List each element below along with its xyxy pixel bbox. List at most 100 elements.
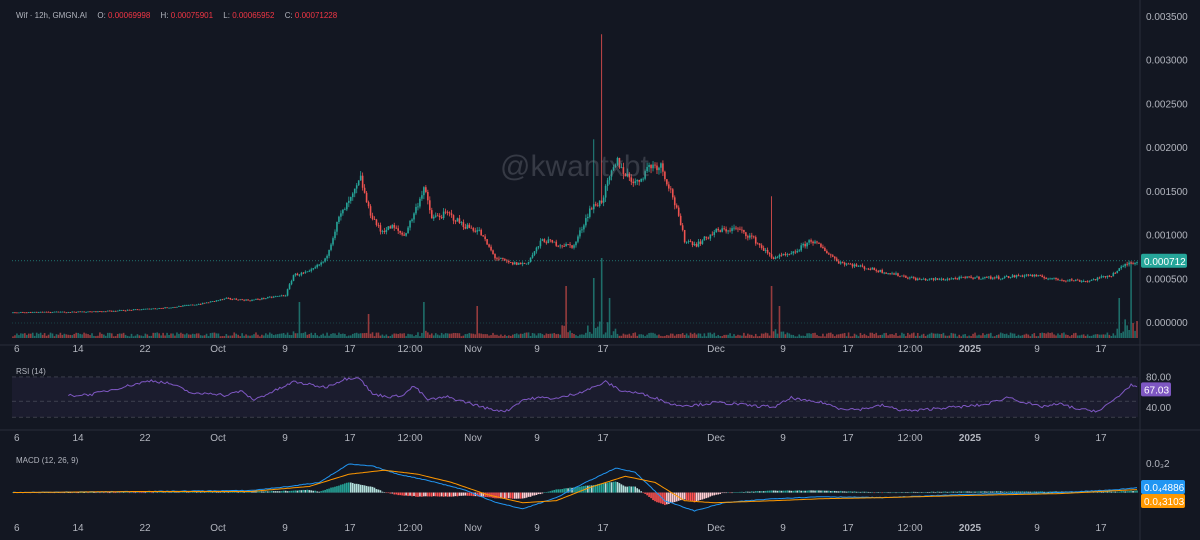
volume-bar [1132,322,1134,338]
volume-bar [911,333,913,338]
macd-histogram-bar [774,490,777,493]
volume-bar [49,332,52,338]
candle-body [577,236,579,242]
candle-body [833,256,836,259]
volume-bar [401,333,403,338]
candle-body [944,279,947,281]
volume-bar [446,333,449,338]
macd-histogram-bar [557,489,560,493]
macd-histogram-bar [75,492,78,494]
volume-bar [833,336,836,338]
volume-bar [484,334,486,338]
volume-bar [820,336,822,338]
close-value: 0.00071228 [294,11,338,20]
volume-bar [195,333,198,338]
macd-histogram-bar [282,490,285,493]
candle-body [701,240,704,244]
candle-body [272,296,275,298]
candle-body [245,299,247,301]
macd-histogram-bar [349,482,352,493]
volume-bar [670,333,672,338]
volume-bar [831,334,834,338]
ohlc-legend: Wif · 12h, GMGN.AI O: 0.00069998 H: 0.00… [16,11,337,20]
macd-histogram-bar [531,492,534,496]
candle-body [747,236,749,238]
candle-body [322,261,324,263]
volume-bar [1094,334,1097,338]
volume-bar [739,335,741,338]
volume-bar [112,336,115,338]
volume-bar [814,332,816,338]
candle-body [41,311,44,313]
volume-bar [778,306,781,338]
volume-bar [934,333,937,338]
macd-histogram-bar [804,490,806,493]
candle-body [666,179,668,185]
volume-bar [243,335,245,338]
volume-bar [75,332,78,338]
macd-histogram-bar [608,482,611,493]
candle-body [600,200,603,203]
volume-bar [506,336,508,338]
volume-bar [255,332,257,338]
volume-bar [245,334,247,338]
volume-bar [432,335,435,338]
candle-body [689,241,692,242]
candle-body [217,300,220,302]
candle-body [219,299,222,301]
candle-body [1110,276,1113,278]
candle-body [1118,268,1121,272]
macd-histogram-bar [389,492,392,494]
volume-bar [990,332,992,338]
candle-body [103,311,105,313]
candle-body [788,254,791,256]
trading-chart[interactable]: 0.0035000.0030000.0025000.0020000.001500… [0,0,1200,540]
macd-histogram-bar [871,491,874,493]
macd-histogram-bar [818,490,820,493]
macd-histogram-bar [561,489,563,493]
macd-histogram-bar [632,486,635,493]
macd-histogram-bar [707,492,710,498]
macd-x-label: 9 [534,523,540,534]
volume-bar [450,333,453,338]
candle-body [1086,281,1089,283]
volume-bar [444,333,447,338]
candle-body [33,311,36,313]
volume-bar [417,332,419,338]
macd-histogram-bar [555,489,558,493]
candle-body [1116,271,1119,274]
candle-body [438,215,441,218]
volume-bar [861,335,864,338]
rsi-x-label: 9 [534,433,540,444]
macd-x-label: 2025 [959,523,982,534]
candle-body [446,212,449,213]
macd-histogram-bar [855,491,858,493]
macd-histogram-bar [849,491,852,493]
volume-bar [403,333,405,338]
rsi-x-label: 12:00 [897,433,922,444]
macd-title: MACD (12, 26, 9) [16,456,79,465]
candle-body [180,306,182,307]
volume-bar [488,335,490,338]
volume-bar [53,336,56,338]
candle-body [1132,263,1134,265]
volume-bar [504,334,506,338]
volume-bar [1110,335,1113,338]
candle-body [812,241,814,244]
candle-body [1055,277,1057,280]
volume-bar [743,332,745,338]
volume-bar [371,332,374,338]
macd-histogram-bar [162,492,164,493]
volume-bar [486,334,488,338]
macd-histogram-bar [551,490,554,493]
macd-histogram-bar [203,492,206,493]
volume-bar [35,332,38,338]
candle-body [772,257,775,259]
macd-histogram-bar [729,492,731,494]
volume-bar [766,333,769,338]
volume-bar [168,334,170,338]
volume-bar [154,332,157,338]
volume-bar [334,333,336,338]
macd-histogram-bar [105,492,107,493]
volume-bar [668,335,670,338]
